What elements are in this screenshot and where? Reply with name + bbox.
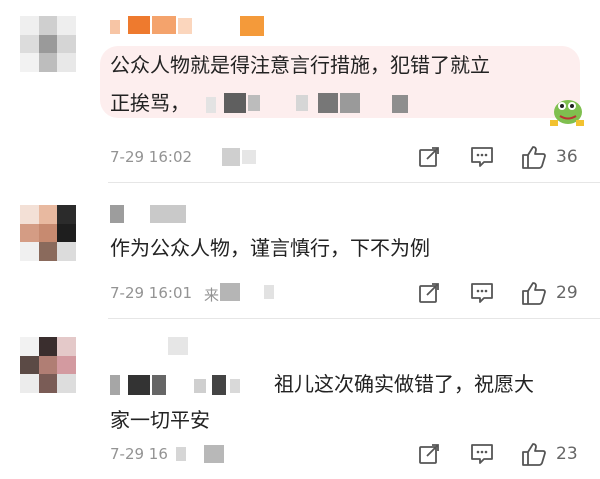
like-count: 36 xyxy=(556,147,578,167)
thumbs-up-icon xyxy=(522,282,546,305)
share-icon xyxy=(419,444,439,464)
redacted-source xyxy=(176,445,224,463)
comment-text-line2: 正挨骂， xyxy=(110,91,190,115)
frog-sticker-icon xyxy=(550,100,584,126)
comment-2: 作为公众人物，谨言慎行，下不为例 7-29 16:01 来 29 xyxy=(0,183,600,317)
redacted-text xyxy=(200,93,430,115)
timestamp: 7-29 16:02 xyxy=(110,148,193,166)
share-icon xyxy=(419,283,439,303)
like-button[interactable] xyxy=(521,144,547,169)
like-count: 29 xyxy=(556,283,578,303)
repost-button[interactable] xyxy=(417,145,441,169)
thumbs-up-icon xyxy=(522,443,546,466)
username-redacted[interactable] xyxy=(110,14,280,36)
comment-text-line1: 公众人物就是得注意言行措施，犯错了就立 xyxy=(110,53,490,77)
avatar[interactable] xyxy=(20,337,76,393)
timestamp: 7-29 16 xyxy=(110,445,168,463)
repost-button[interactable] xyxy=(417,281,441,305)
repost-button[interactable] xyxy=(417,442,441,466)
avatar[interactable] xyxy=(20,16,76,72)
username-redacted[interactable] xyxy=(110,337,210,359)
thumbs-up-icon xyxy=(522,146,546,169)
comment-1: 公众人物就是得注意言行措施，犯错了就立 正挨骂， 7-29 16:02 36 xyxy=(0,0,600,182)
comment-icon xyxy=(471,283,493,303)
comment-button[interactable] xyxy=(469,442,495,466)
redacted-source xyxy=(220,283,274,301)
comment-3: 祖儿这次确实做错了，祝愿大 家一切平安 7-29 16 23 xyxy=(0,319,600,479)
comment-text-line1: 祖儿这次确实做错了，祝愿大 xyxy=(274,372,534,396)
comment-text-line1: 作为公众人物，谨言慎行，下不为例 xyxy=(110,236,430,260)
comment-text-line2: 家一切平安 xyxy=(110,408,210,432)
redacted-source xyxy=(222,148,262,166)
avatar[interactable] xyxy=(20,205,76,261)
timestamp-suffix: 来 xyxy=(204,286,220,304)
share-icon xyxy=(419,147,439,167)
redacted-text xyxy=(110,373,260,397)
comment-button[interactable] xyxy=(469,145,495,169)
comment-icon xyxy=(471,147,493,167)
like-count: 23 xyxy=(556,444,578,464)
username-redacted[interactable] xyxy=(110,203,210,225)
like-button[interactable] xyxy=(521,280,547,305)
comment-button[interactable] xyxy=(469,281,495,305)
timestamp: 7-29 16:01 xyxy=(110,284,193,302)
like-button[interactable] xyxy=(521,441,547,466)
comment-icon xyxy=(471,444,493,464)
